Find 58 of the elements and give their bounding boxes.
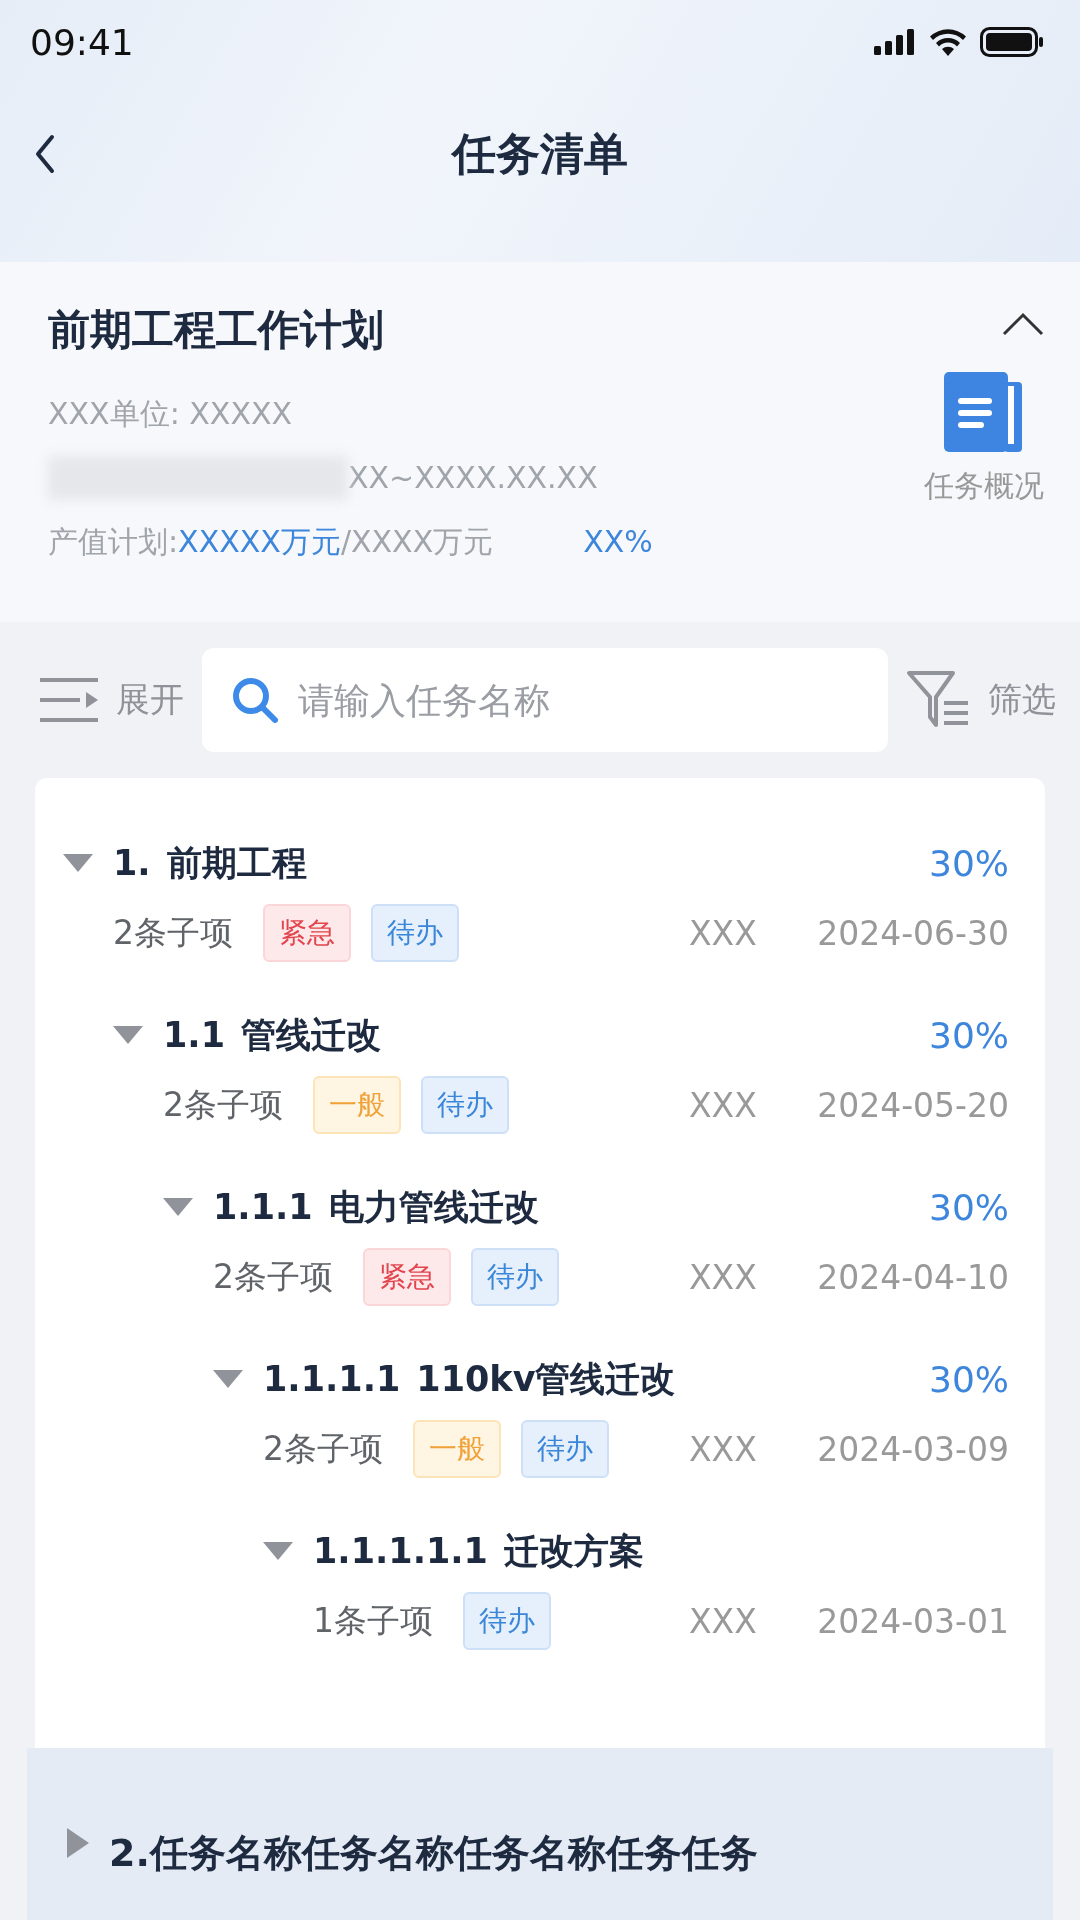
- due-date: 2024-05-20: [816, 1085, 1009, 1125]
- due-date: 2024-06-30: [816, 913, 1009, 953]
- status-tag: 待办: [521, 1420, 609, 1478]
- signal-icon: [874, 29, 916, 55]
- status-tag: 紧急: [263, 904, 351, 962]
- plan-title: 前期工程工作计划: [48, 304, 385, 356]
- subitem-count: 2条子项: [163, 1083, 283, 1126]
- due-date: 2024-03-09: [816, 1429, 1009, 1469]
- status-tag: 一般: [413, 1420, 501, 1478]
- expand-list-icon[interactable]: [40, 676, 100, 724]
- plan-percent: XX%: [583, 524, 653, 559]
- owner-text: XXX: [689, 913, 758, 953]
- page-title: 任务清单: [452, 126, 628, 181]
- status-tag: 紧急: [363, 1248, 451, 1306]
- owner-text: XXX: [689, 1085, 758, 1125]
- status-tag: 待办: [371, 904, 459, 962]
- task-percent: 30%: [929, 842, 1009, 884]
- value-label: 产值计划:: [48, 524, 179, 559]
- expand-triangle-icon[interactable]: [113, 1024, 143, 1046]
- status-tag: 一般: [313, 1076, 401, 1134]
- subitem-count: 1条子项: [313, 1599, 433, 1642]
- wifi-icon: [930, 28, 966, 56]
- subitem-count: 2条子项: [263, 1427, 383, 1470]
- back-icon[interactable]: [34, 134, 56, 174]
- due-date: 2024-03-01: [816, 1601, 1009, 1641]
- task-name[interactable]: 1.1.1 电力管线迁改: [213, 1183, 539, 1231]
- battery-icon: [980, 27, 1044, 57]
- task-name[interactable]: 2.任务名称任务名称任务名称任务任务: [109, 1828, 758, 1879]
- owner-text: XXX: [689, 1601, 758, 1641]
- status-tag: 待办: [463, 1592, 551, 1650]
- search-field[interactable]: 请输入任务名称: [202, 648, 888, 752]
- task-row-collapsed[interactable]: 2.任务名称任务名称任务名称任务任务: [27, 1748, 1053, 1920]
- status-time: 09:41: [30, 21, 134, 63]
- subitem-count: 2条子项: [213, 1255, 333, 1298]
- expand-triangle-icon[interactable]: [63, 852, 93, 874]
- status-tag: 待办: [471, 1248, 559, 1306]
- task-percent: 30%: [929, 1358, 1009, 1400]
- subitem-count: 2条子项: [113, 911, 233, 954]
- owner-text: XXX: [689, 1429, 758, 1469]
- due-date: 2024-04-10: [816, 1257, 1009, 1297]
- document-icon[interactable]: [944, 372, 1024, 452]
- task-percent: 30%: [929, 1186, 1009, 1228]
- task-name[interactable]: 1. 前期工程: [113, 839, 307, 887]
- task-percent: 30%: [929, 1014, 1009, 1056]
- task-name[interactable]: 1.1.1.1.1 迁改方案: [313, 1527, 644, 1575]
- period-text: XX~XXXX.XX.XX: [348, 459, 598, 497]
- collapse-icon[interactable]: [1002, 312, 1044, 336]
- value-total: /XXXX万元: [340, 524, 494, 559]
- task-name[interactable]: 1.1.1.1 110kv管线迁改: [263, 1355, 676, 1403]
- expand-triangle-icon[interactable]: [67, 1828, 89, 1858]
- expand-triangle-icon[interactable]: [263, 1540, 293, 1562]
- owner-text: XXX: [689, 1257, 758, 1297]
- value-done: XXXXX万元: [178, 524, 341, 559]
- expand-triangle-icon[interactable]: [213, 1368, 243, 1390]
- task-name[interactable]: 1.1 管线迁改: [163, 1011, 381, 1059]
- expand-triangle-icon[interactable]: [163, 1196, 193, 1218]
- status-tag: 待办: [421, 1076, 509, 1134]
- unit-text: XXX单位: XXXXX: [48, 395, 294, 433]
